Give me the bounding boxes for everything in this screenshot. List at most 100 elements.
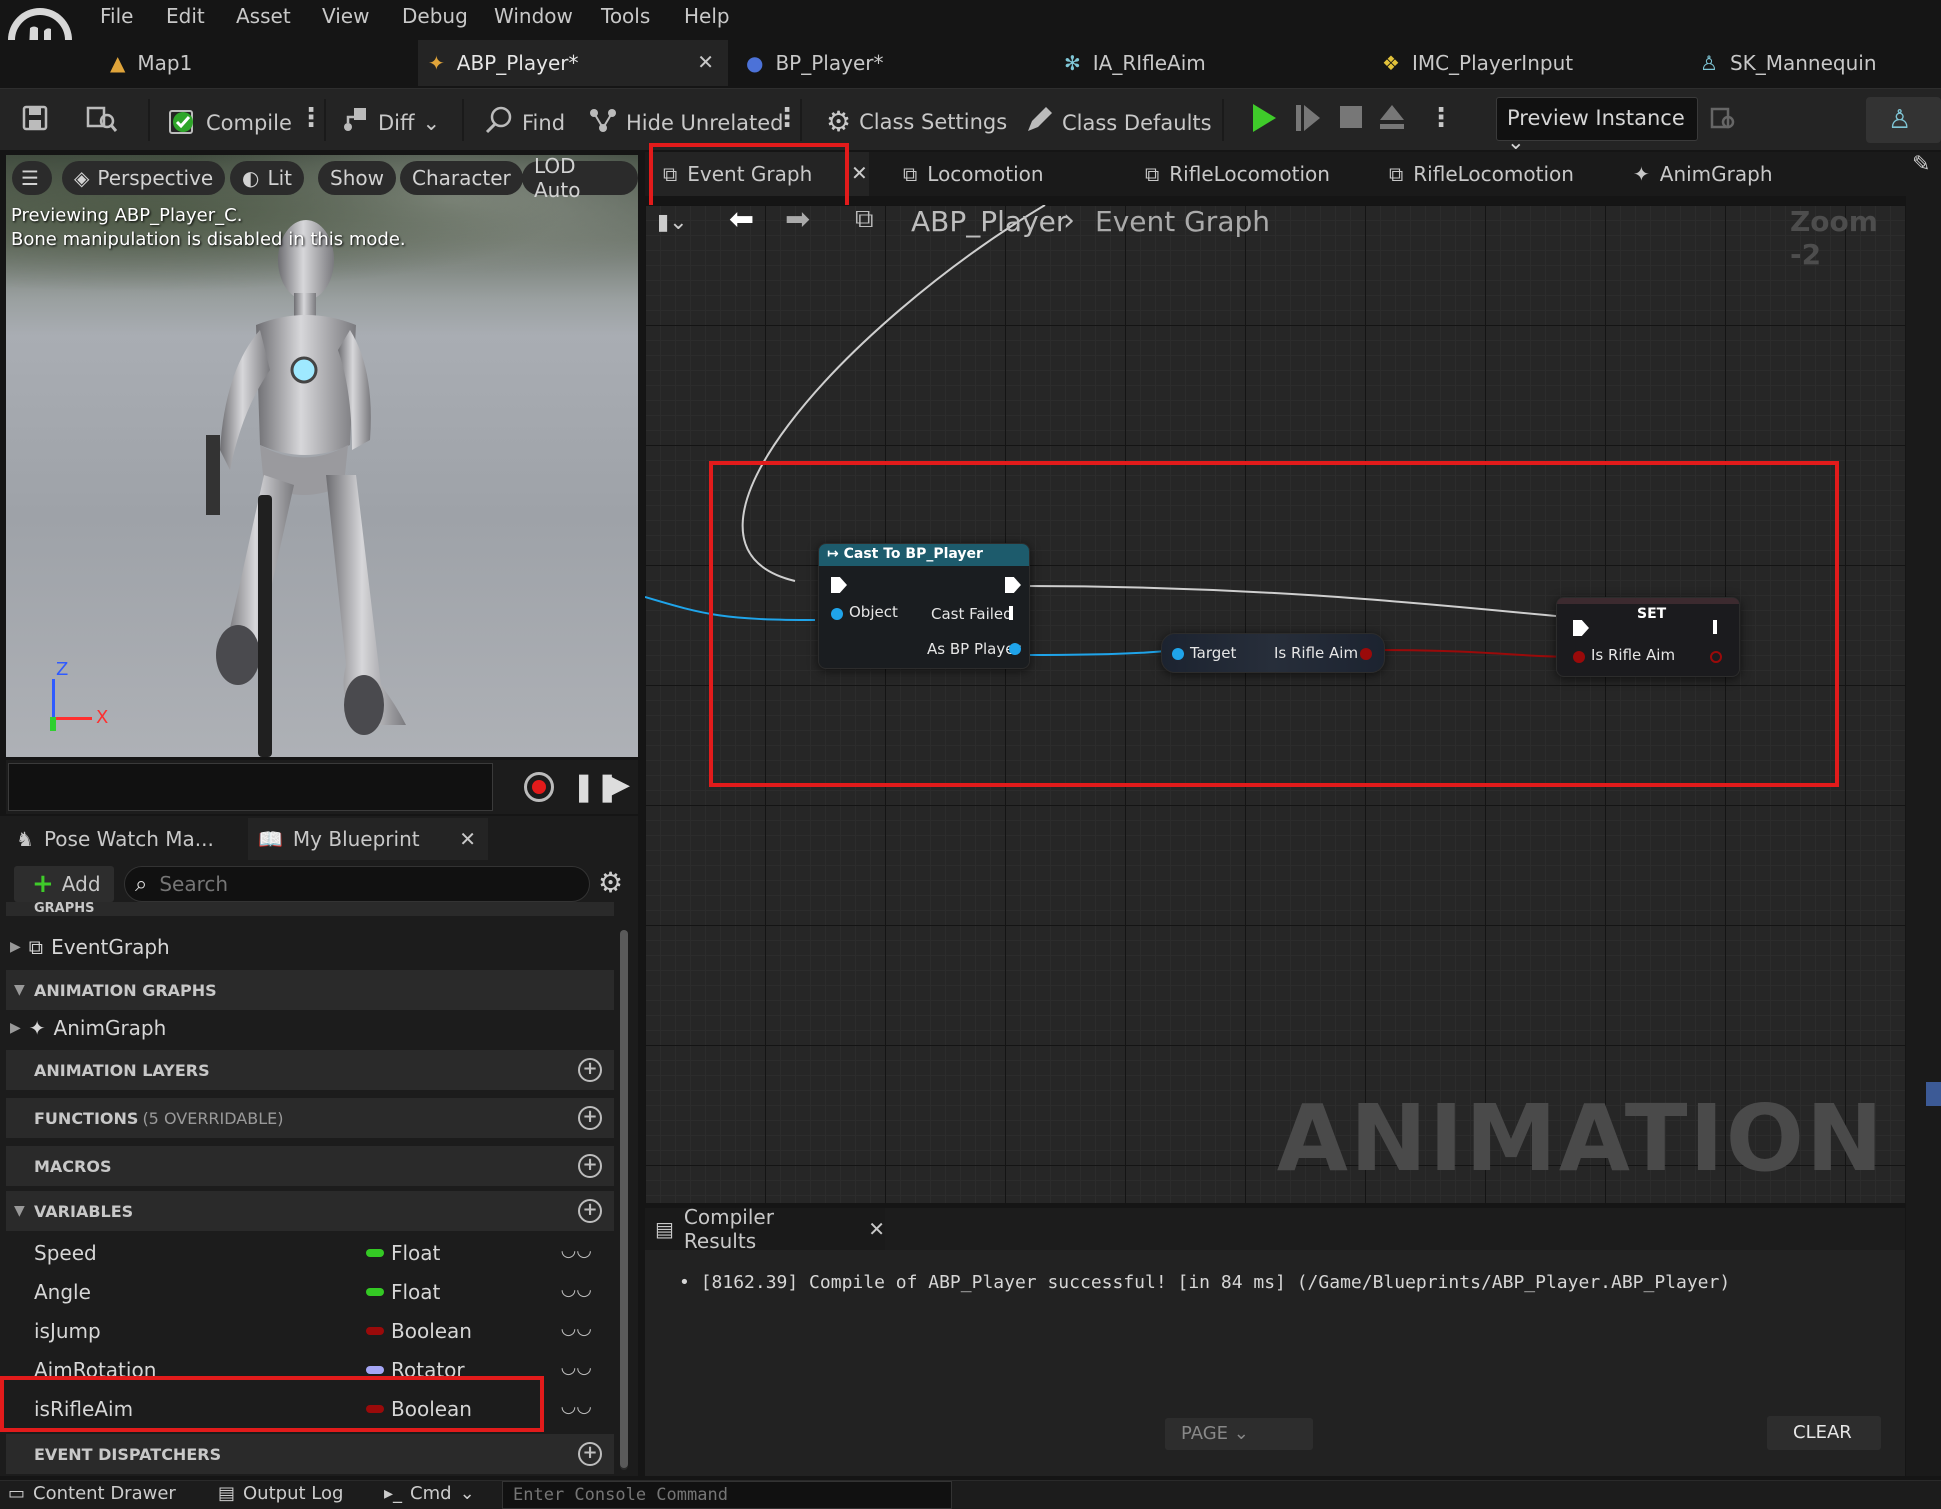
add-macro-icon[interactable]: + [578, 1154, 602, 1178]
clear-button[interactable]: CLEAR [1767, 1416, 1881, 1450]
viewport-menu-button[interactable]: ☰ [12, 161, 52, 195]
doc-tab-abp-player[interactable]: ✦ ABP_Player* ✕ [418, 40, 728, 86]
breadcrumb-root[interactable]: ABP_Player [911, 205, 1067, 238]
add-function-icon[interactable]: + [578, 1106, 602, 1130]
menu-view[interactable]: View [322, 4, 369, 28]
add-button[interactable]: + Add [14, 866, 114, 902]
cmd-dropdown[interactable]: ▸_ Cmd ⌄ [384, 1483, 475, 1504]
doc-tab-sk-mannequin[interactable]: ♙ SK_Mannequin [1690, 40, 1941, 86]
menu-window[interactable]: Window [494, 4, 573, 28]
step-forward-icon[interactable]: ▶ [610, 770, 630, 800]
animation-layers-header[interactable]: ANIMATION LAYERS + [6, 1050, 614, 1090]
animation-graphs-header[interactable]: ▼ ANIMATION GRAPHS [6, 970, 614, 1010]
play-options-icon[interactable]: ⋮ [1428, 105, 1454, 131]
record-button[interactable] [524, 772, 554, 802]
menu-edit[interactable]: Edit [166, 4, 205, 28]
console-command-input[interactable] [502, 1481, 952, 1509]
variables-header[interactable]: ▼ VARIABLES + [6, 1191, 614, 1231]
close-icon[interactable]: ✕ [459, 827, 476, 851]
debug-object-icon[interactable] [1710, 105, 1736, 131]
search-field[interactable]: ⌕ [124, 866, 590, 902]
menu-tools[interactable]: Tools [601, 4, 650, 28]
hide-unrelated-button[interactable]: Hide Unrelated [588, 105, 784, 140]
tab-locomotion[interactable]: ⧉ Locomotion [893, 152, 1113, 196]
event-graph-canvas[interactable]: ↦ Cast To BP_Player Object Cast Failed A… [645, 205, 1905, 1203]
eject-button[interactable] [1378, 102, 1406, 132]
variable-row-speed[interactable]: Speed Float ◡◡ [6, 1234, 614, 1272]
gear-icon[interactable]: ⚙ [598, 866, 623, 899]
tree-item-eventgraph[interactable]: ▶ ⧉ EventGraph [10, 928, 170, 966]
menu-file[interactable]: File [100, 4, 133, 28]
perspective-button[interactable]: ◈ Perspective [62, 161, 226, 195]
eye-closed-icon[interactable]: ◡◡ [561, 1396, 592, 1417]
eye-closed-icon[interactable]: ◡◡ [561, 1279, 592, 1300]
class-settings-button[interactable]: ⚙ Class Settings [826, 105, 1007, 138]
timeline-scrubber[interactable] [8, 763, 493, 811]
graphs-header[interactable]: GRAPHS [6, 902, 614, 916]
tab-compiler-results[interactable]: ▤ Compiler Results ✕ [645, 1205, 885, 1253]
chevron-right-icon: ▶ [10, 939, 21, 955]
browse-asset-icon[interactable] [86, 105, 118, 133]
add-variable-icon[interactable]: + [578, 1199, 602, 1223]
add-event-dispatcher-icon[interactable]: + [578, 1442, 602, 1466]
show-label: Show [330, 166, 384, 190]
breadcrumb: ▮⌄ ⬅ ➡ ⧉ ABP_Player › Event Graph Zoom -… [645, 198, 1905, 271]
hide-unrelated-options-icon[interactable]: ⋮ [774, 105, 800, 131]
menu-asset[interactable]: Asset [236, 4, 291, 28]
doc-tab-bp-player[interactable]: ● BP_Player* [736, 40, 1046, 86]
preview-viewport[interactable]: ☰ ◈ Perspective ◐ Lit Show Character LOD A… [6, 155, 638, 757]
tree-item-animgraph[interactable]: ▶ ✦ AnimGraph [10, 1009, 166, 1047]
compile-button[interactable]: Compile [168, 105, 292, 140]
find-button[interactable]: Find [484, 105, 565, 140]
macros-header[interactable]: MACROS + [6, 1146, 614, 1186]
page-dropdown[interactable]: PAGE ⌄ [1165, 1418, 1313, 1450]
search-input[interactable] [159, 872, 560, 896]
save-icon[interactable] [22, 105, 48, 131]
tab-riflelocomotion-1[interactable]: ⧉ RifleLocomotion [1135, 152, 1355, 196]
output-log-button[interactable]: ▤ Output Log [218, 1483, 343, 1504]
compiler-output: • [8162.39] Compile of ABP_Player succes… [645, 1250, 1905, 1476]
lod-button[interactable]: LOD Auto [522, 155, 638, 202]
doc-tab-imc-playerinput[interactable]: ❖ IMC_PlayerInput [1372, 40, 1682, 86]
play-button[interactable] [1250, 102, 1278, 134]
add-animation-layer-icon[interactable]: + [578, 1058, 602, 1082]
eye-closed-icon[interactable]: ◡◡ [561, 1357, 592, 1378]
eye-closed-icon[interactable]: ◡◡ [561, 1240, 592, 1261]
scrollbar[interactable] [620, 930, 628, 1470]
functions-header[interactable]: FUNCTIONS (5 OVERRIDABLE) + [6, 1098, 614, 1138]
scroll-indicator[interactable] [1926, 1082, 1941, 1106]
diff-button[interactable]: Diff ⌄ [340, 105, 440, 140]
class-defaults-button[interactable]: Class Defaults [1024, 105, 1212, 140]
content-drawer-button[interactable]: ▭ Content Drawer [8, 1483, 176, 1504]
pencil-icon[interactable]: ✎ [1912, 152, 1930, 177]
menu-debug[interactable]: Debug [402, 4, 468, 28]
compile-options-icon[interactable]: ⋮ [298, 105, 324, 131]
forward-arrow-icon[interactable]: ➡ [785, 202, 810, 237]
doc-tab-map1[interactable]: ▲ Map1 [100, 40, 410, 86]
skeleton-mode-button[interactable]: ♙ [1866, 97, 1941, 143]
preview-instance-dropdown[interactable]: Preview Instance ⌄ [1496, 97, 1698, 154]
variable-row-isjump[interactable]: isJump Boolean ◡◡ [6, 1312, 614, 1350]
event-dispatchers-header[interactable]: EVENT DISPATCHERS + [6, 1434, 614, 1474]
show-button[interactable]: Show [318, 161, 396, 195]
close-icon[interactable]: ✕ [697, 50, 714, 74]
variable-row-angle[interactable]: Angle Float ◡◡ [6, 1273, 614, 1311]
mapping-context-icon: ❖ [1382, 51, 1400, 75]
graph-icon: ⧉ [855, 204, 874, 234]
character-button[interactable]: Character [400, 161, 523, 195]
stop-button[interactable] [1338, 104, 1364, 130]
bookmark-icon[interactable]: ▮⌄ [657, 210, 688, 235]
book-icon: 📖 [258, 827, 283, 851]
tab-my-blueprint[interactable]: 📖 My Blueprint ✕ [248, 818, 488, 860]
tab-riflelocomotion-2[interactable]: ⧉ RifleLocomotion [1379, 152, 1599, 196]
lit-button[interactable]: ◐ Lit [230, 161, 304, 195]
doc-tab-ia-rifleaim[interactable]: ✻ IA_RIfleAim [1054, 40, 1364, 86]
close-icon[interactable]: ✕ [851, 161, 868, 185]
close-icon[interactable]: ✕ [868, 1217, 885, 1241]
step-button[interactable] [1294, 102, 1322, 134]
menu-help[interactable]: Help [684, 4, 730, 28]
eye-closed-icon[interactable]: ◡◡ [561, 1318, 592, 1339]
tab-pose-watch[interactable]: ♞ Pose Watch Ma... [6, 818, 242, 860]
tab-animgraph[interactable]: ✦ AnimGraph [1623, 152, 1843, 196]
back-arrow-icon[interactable]: ⬅ [729, 202, 754, 237]
